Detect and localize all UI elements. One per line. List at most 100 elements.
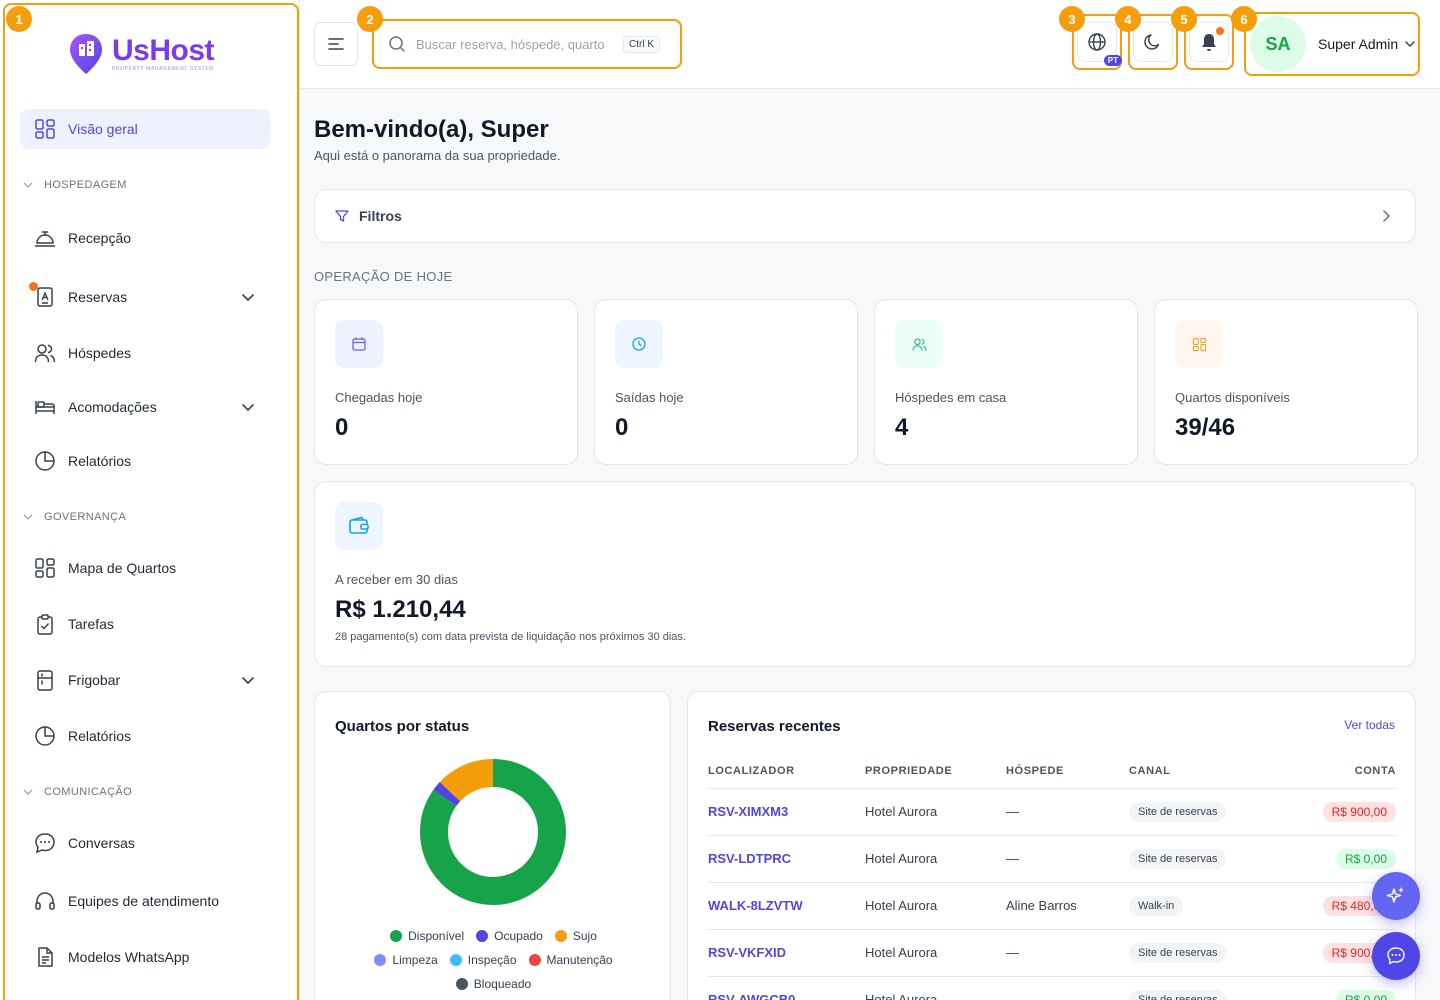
legend-item[interactable]: Ocupado — [476, 929, 543, 943]
table-row[interactable]: RSV-AWGCB0 Hotel Aurora — Site de reserv… — [708, 976, 1396, 1000]
sidebar-item-label: Relatórios — [68, 453, 132, 469]
legend-row: Bloqueado — [315, 972, 672, 996]
sidebar-item-label: Relatórios — [68, 728, 132, 744]
sidebar-item-label: Mapa de Quartos — [68, 560, 177, 576]
fridge-icon — [34, 669, 56, 691]
legend-item[interactable]: Disponível — [390, 929, 464, 943]
avatar: SA — [1250, 16, 1306, 72]
nav-section-governança[interactable]: GOVERNANÇA — [20, 503, 270, 531]
table-row[interactable]: WALK-8LZVTW Hotel Aurora Aline Barros Wa… — [708, 882, 1396, 930]
nav-section-hospedagem[interactable]: HOSPEDAGEM — [20, 171, 270, 199]
bell-icon — [1202, 34, 1216, 51]
column-header: HÓSPEDE — [1006, 754, 1129, 789]
legend-row: Limpeza Inspeção Manutenção — [315, 948, 672, 972]
sidebar-item-hospedes[interactable]: Hóspedes — [20, 333, 270, 373]
global-search[interactable]: Ctrl K — [372, 19, 682, 69]
table-row[interactable]: RSV-XIMXM3 Hotel Aurora — Site de reserv… — [708, 788, 1396, 836]
sidebar-item-mapa-de-quartos[interactable]: Mapa de Quartos — [20, 548, 270, 588]
column-header: PROPRIEDADE — [865, 754, 1006, 789]
sidebar-item-recepcao[interactable]: Recepção — [20, 218, 270, 258]
guest-cell: — — [1006, 788, 1129, 836]
calendar-icon — [335, 320, 383, 368]
reservation-code-link[interactable]: RSV-XIMXM3 — [708, 804, 788, 819]
reservation-code-link[interactable]: RSV-AWGCB0 — [708, 992, 795, 1000]
bed-icon — [34, 396, 56, 418]
chat-support-button[interactable] — [1372, 932, 1420, 980]
clock-icon — [615, 320, 663, 368]
section-heading-today: OPERAÇÃO DE HOJE — [314, 269, 453, 284]
stat-value: 4 — [895, 414, 909, 441]
channel-cell: Walk-in — [1129, 882, 1279, 930]
property-cell: Hotel Aurora — [865, 788, 1006, 836]
sidebar-item-chatbots[interactable]: Chatbots — [20, 991, 270, 1000]
legend-swatch — [455, 978, 468, 990]
reservation-code-link[interactable]: RSV-VKFXID — [708, 945, 786, 960]
stat-label: Chegadas hoje — [335, 390, 423, 405]
stat-card: Chegadas hoje 0 — [314, 299, 578, 465]
grid-icon — [34, 118, 56, 140]
document-icon — [34, 946, 56, 968]
chat-bubble-icon — [1387, 947, 1405, 965]
reservation-code-link[interactable]: RSV-LDTPRC — [708, 851, 791, 866]
reservation-icon — [34, 286, 56, 308]
sidebar-item-modelos-whatsapp[interactable]: Modelos WhatsApp — [20, 937, 270, 977]
nav-section-comunicação[interactable]: COMUNICAÇÃO — [20, 778, 270, 806]
table-row[interactable]: RSV-VKFXID Hotel Aurora — Site de reserv… — [708, 929, 1396, 977]
globe-icon — [1088, 33, 1106, 51]
legend-item[interactable]: Manutenção — [528, 953, 613, 967]
stat-value: 0 — [615, 414, 629, 441]
recent-reservations-title: Reservas recentes — [708, 718, 841, 735]
sidebar-item-relatorios[interactable]: Relatórios — [20, 716, 270, 756]
notification-dot — [1216, 27, 1224, 35]
stat-value: 0 — [335, 414, 349, 441]
legend-item[interactable]: Inspeção — [449, 953, 517, 967]
sidebar-item-tarefas[interactable]: Tarefas — [20, 604, 270, 644]
see-all-link[interactable]: Ver todas — [1344, 718, 1395, 732]
stat-card: Saídas hoje 0 — [594, 299, 858, 465]
channel-cell: Site de reservas — [1129, 929, 1279, 977]
sidebar: UsHost PROPERTY MANAGEMENT SYSTEM Visão … — [0, 0, 300, 1000]
dashboard-main: Bem-vindo(a), Super Aqui está o panorama… — [314, 89, 1418, 1000]
chevron-down-icon — [242, 404, 254, 412]
property-cell: Hotel Aurora — [865, 882, 1006, 930]
sidebar-item-reservas[interactable]: Reservas — [20, 277, 270, 317]
channel-cell: Site de reservas — [1129, 976, 1279, 1000]
column-header: CANAL — [1129, 754, 1279, 789]
user-name: Super Admin — [1318, 36, 1399, 52]
sidebar-item-acomodacoes[interactable]: Acomodações — [20, 387, 270, 427]
stat-label: Hóspedes em casa — [895, 390, 1007, 405]
stat-card: Hóspedes em casa 4 — [874, 299, 1138, 465]
ai-assistant-button[interactable] — [1372, 872, 1420, 920]
column-header: CONTA — [1279, 754, 1396, 789]
sidebar-item-visao-geral[interactable]: Visão geral — [20, 109, 270, 149]
legend-label: Limpeza — [392, 953, 438, 967]
sparkles-icon — [1386, 887, 1404, 903]
sidebar-item-label: Conversas — [68, 835, 135, 851]
guest-cell: — — [1006, 929, 1129, 977]
stat-card: Quartos disponíveis 39/46 — [1154, 299, 1418, 465]
legend-label: Ocupado — [494, 929, 543, 943]
bell-desk-icon — [34, 227, 56, 249]
legend-item[interactable]: Limpeza — [374, 953, 438, 967]
table-row[interactable]: RSV-LDTPRC Hotel Aurora — Site de reserv… — [708, 835, 1396, 883]
rooms-status-legend: Disponível Ocupado Sujo Limpeza Inspeção Manu… — [315, 924, 672, 996]
sidebar-item-label: Acomodações — [68, 399, 157, 415]
sidebar-item-frigobar[interactable]: Frigobar — [20, 660, 270, 700]
legend-item[interactable]: Bloqueado — [455, 977, 531, 991]
guest-cell: — — [1006, 976, 1129, 1000]
channel-badge: Site de reservas — [1129, 848, 1227, 869]
brand-name: UsHost — [112, 34, 215, 67]
user-menu[interactable]: SA Super Admin — [1244, 12, 1420, 76]
brand-logo[interactable]: UsHost PROPERTY MANAGEMENT SYSTEM — [68, 32, 215, 76]
filters-panel-toggle[interactable]: Filtros — [314, 189, 1416, 243]
search-shortcut-hint: Ctrl K — [623, 35, 660, 53]
sidebar-item-conversas[interactable]: Conversas — [20, 823, 270, 863]
legend-item[interactable]: Sujo — [554, 929, 597, 943]
sidebar-item-equipes-de-atendimento[interactable]: Equipes de atendimento — [20, 881, 270, 921]
search-input[interactable] — [416, 36, 621, 52]
reservation-code-link[interactable]: WALK-8LZVTW — [708, 898, 803, 913]
menu-toggle-button[interactable] — [314, 22, 358, 66]
sidebar-item-relatorios[interactable]: Relatórios — [20, 441, 270, 481]
page-title: Bem-vindo(a), Super — [314, 116, 549, 143]
nav-alert-dot — [29, 282, 38, 291]
